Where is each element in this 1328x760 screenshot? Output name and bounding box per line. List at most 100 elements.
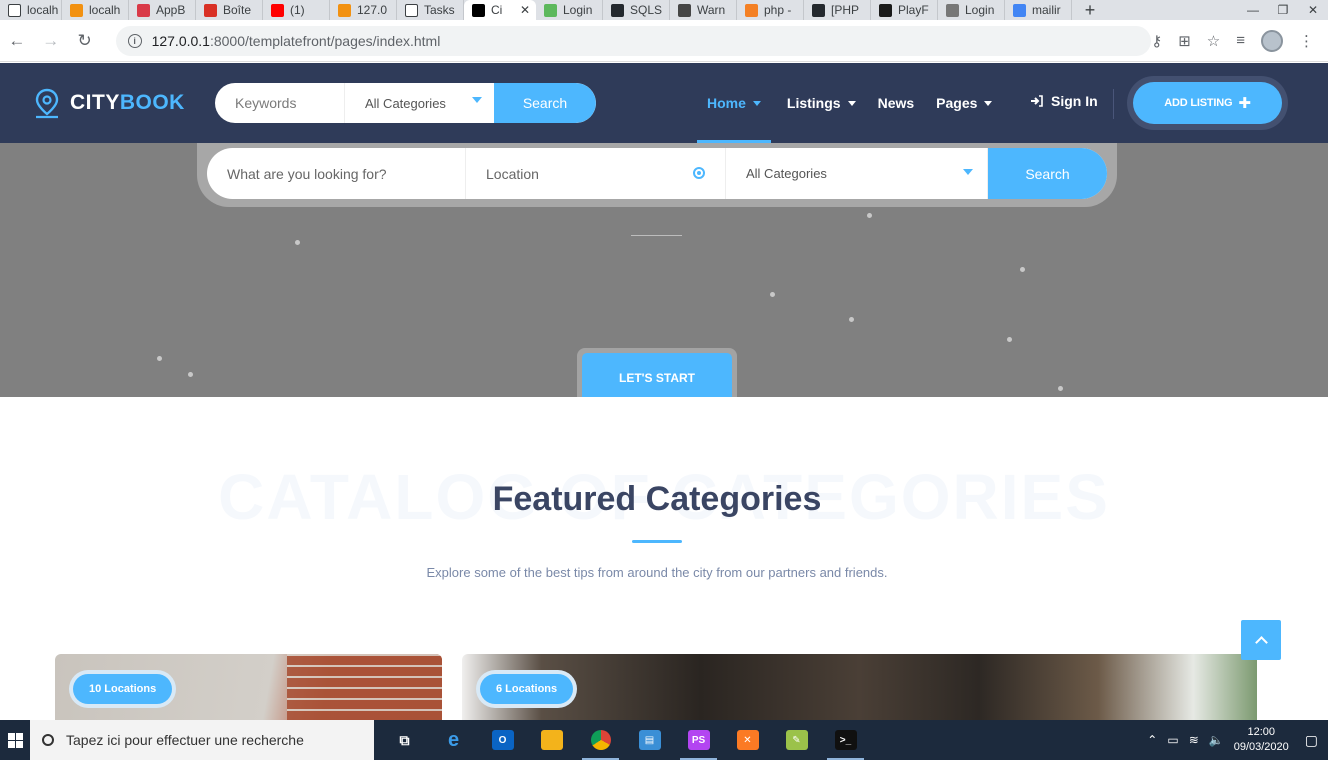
nav-item-pages[interactable]: Pages [926, 63, 1002, 143]
taskbar-app[interactable] [576, 720, 625, 760]
sign-in-link[interactable]: Sign In [1030, 93, 1098, 109]
key-icon[interactable]: ⚷ [1151, 32, 1162, 50]
browser-tab-label: Login [965, 3, 995, 17]
what-input[interactable]: What are you looking for? [207, 148, 466, 199]
sign-in-icon [1031, 95, 1043, 107]
nav-item-listings[interactable]: Listings [777, 63, 866, 143]
notifications-icon[interactable]: ▢ [1305, 732, 1318, 749]
forward-icon[interactable]: → [34, 31, 68, 51]
chevron-down-icon [472, 97, 482, 103]
browser-tab[interactable]: mailir [1005, 0, 1072, 20]
browser-address-bar: ← → ↻ i 127.0.0.1:8000/templatefront/pag… [0, 20, 1328, 62]
taskbar-search[interactable]: Tapez ici pour effectuer une recherche [30, 720, 374, 760]
translate-icon[interactable]: ⊞ [1178, 32, 1191, 50]
category-select[interactable]: All Categories [345, 83, 494, 123]
browser-tab[interactable]: localh [0, 0, 62, 20]
restore-icon[interactable]: ❐ [1268, 3, 1298, 17]
taskbar-app[interactable]: e [429, 720, 478, 760]
header-search: Keywords All Categories Search [215, 83, 596, 123]
browser-tab[interactable]: Boîte [196, 0, 263, 20]
particle-dot [1007, 337, 1012, 342]
url-field[interactable]: i 127.0.0.1:8000/templatefront/pages/ind… [115, 25, 1152, 56]
chevron-down-icon [963, 169, 973, 175]
back-icon[interactable]: ← [0, 31, 34, 51]
url-path: :8000/templatefront/pages/index.html [209, 32, 441, 49]
hero-search-button[interactable]: Search [988, 148, 1107, 199]
logo-text-book: BOOK [119, 91, 185, 114]
keywords-input[interactable]: Keywords [215, 83, 345, 123]
new-tab-icon[interactable]: + [1072, 0, 1108, 21]
nav-item-home[interactable]: Home [697, 63, 771, 143]
browser-tab-label: Tasks [424, 3, 455, 17]
minimize-icon[interactable]: — [1238, 3, 1268, 17]
browser-tab[interactable]: Warn [670, 0, 737, 20]
particle-dot [295, 240, 300, 245]
browser-tab[interactable]: php - [737, 0, 804, 20]
category-card[interactable]: 10 Locations [55, 654, 442, 720]
browser-tab[interactable]: AppB [129, 0, 196, 20]
taskbar-app[interactable]: ▤ [625, 720, 674, 760]
stackoverflow-icon [745, 3, 758, 17]
divider [1113, 89, 1114, 119]
battery-icon[interactable]: ▭ [1167, 733, 1178, 747]
e-icon [405, 3, 418, 17]
browser-tab[interactable]: 127.0 [330, 0, 397, 20]
taskbar-search-placeholder: Tapez ici pour effectuer une recherche [66, 732, 304, 748]
tray-chevron-icon[interactable]: ⌃ [1147, 733, 1157, 747]
close-tab-icon[interactable]: ✕ [520, 3, 530, 17]
star-icon[interactable]: ☆ [1207, 32, 1220, 50]
browser-tab[interactable]: SQLS [603, 0, 670, 20]
chevron-down-icon [847, 100, 856, 106]
add-listing-label: ADD LISTING [1164, 97, 1233, 109]
back-to-top-button[interactable] [1241, 620, 1281, 660]
hero-category-select[interactable]: All Categories [726, 148, 988, 199]
google-icon [1013, 3, 1026, 17]
header-search-button[interactable]: Search [494, 83, 596, 123]
browser-tab[interactable]: localh [62, 0, 129, 20]
clock-date: 09/03/2020 [1233, 741, 1289, 753]
locate-icon[interactable] [693, 167, 705, 179]
locations-badge[interactable]: 6 Locations [480, 674, 574, 704]
browser-tab[interactable]: Ci ✕ [464, 0, 536, 20]
taskbar-app[interactable]: O [478, 720, 527, 760]
hero-section: What are you looking for? Location All C… [0, 143, 1328, 397]
taskbar-app[interactable]: PS [674, 720, 723, 760]
hero-search-form: What are you looking for? Location All C… [197, 143, 1117, 207]
reload-icon[interactable]: ↻ [68, 31, 102, 51]
category-card[interactable]: 6 Locations [462, 654, 1257, 720]
hero-divider [631, 235, 682, 236]
info-icon[interactable]: i [127, 33, 142, 48]
symfony-icon [879, 3, 892, 17]
browser-tab[interactable]: (1) [263, 0, 330, 20]
logo[interactable]: CITYBOOK [32, 87, 185, 119]
volume-icon[interactable]: 🔈 [1209, 733, 1224, 747]
media-icon[interactable]: ≡ [1236, 32, 1245, 49]
profile-avatar[interactable] [1261, 29, 1284, 52]
location-placeholder: Location [486, 165, 539, 182]
browser-tab[interactable]: Login [938, 0, 1005, 20]
add-listing-button[interactable]: ADD LISTING ✚ [1133, 82, 1282, 124]
browser-tab-label: mailir [1032, 3, 1061, 17]
browser-tab[interactable]: [PHP [804, 0, 871, 20]
taskbar-app[interactable] [527, 720, 576, 760]
nav-item-news[interactable]: News [868, 63, 925, 143]
locations-badge[interactable]: 10 Locations [73, 674, 173, 704]
start-button[interactable] [0, 720, 30, 760]
plus-icon: ✚ [1238, 95, 1251, 112]
taskbar-app[interactable]: >_ [821, 720, 870, 760]
wifi-icon[interactable]: ≋ [1189, 733, 1199, 747]
locations-badge-ring: 6 Locations [476, 670, 578, 708]
lets-start-button[interactable]: LET'S START [582, 353, 732, 397]
chrome-icon [590, 730, 611, 750]
browser-tab[interactable]: Login [536, 0, 603, 20]
taskbar-app[interactable]: ⧉ [380, 720, 429, 760]
close-window-icon[interactable]: ✕ [1298, 3, 1328, 17]
menu-icon[interactable]: ⋮ [1299, 32, 1314, 50]
taskbar-app[interactable]: ✎ [772, 720, 821, 760]
taskbar-app[interactable]: ✕ [723, 720, 772, 760]
browser-tab[interactable]: Tasks [397, 0, 464, 20]
browser-tab[interactable]: PlayF [871, 0, 938, 20]
location-input[interactable]: Location [466, 148, 726, 199]
windows-icon [7, 732, 23, 748]
clock[interactable]: 12:00 09/03/2020 [1234, 725, 1289, 755]
